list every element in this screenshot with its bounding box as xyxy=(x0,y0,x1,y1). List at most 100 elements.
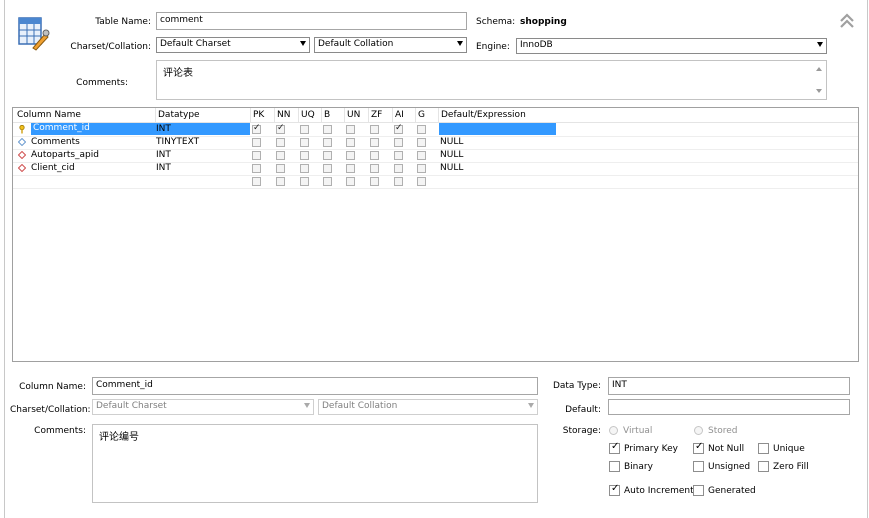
header-zf[interactable]: ZF xyxy=(371,110,382,120)
column-name-cell[interactable]: Comments xyxy=(31,137,80,147)
flag-checkbox-b[interactable] xyxy=(323,177,332,186)
generated-checkbox[interactable] xyxy=(693,485,704,496)
header-pk[interactable]: PK xyxy=(253,110,264,120)
header-un[interactable]: UN xyxy=(347,110,360,120)
header-b[interactable]: B xyxy=(324,110,330,120)
flag-checkbox-nn[interactable] xyxy=(276,164,285,173)
flag-checkbox-un[interactable] xyxy=(346,151,355,160)
flag-checkbox-g[interactable] xyxy=(417,164,426,173)
auto-increment-checkbox[interactable] xyxy=(609,483,620,496)
unique-checkbox[interactable] xyxy=(758,443,769,454)
flag-checkbox-zf[interactable] xyxy=(370,177,379,186)
table-comments-textarea[interactable]: 评论表 xyxy=(156,60,827,100)
flag-checkbox-pk[interactable] xyxy=(252,123,261,134)
flag-checkbox-pk[interactable] xyxy=(252,164,261,173)
flag-checkbox-zf[interactable] xyxy=(370,138,379,147)
header-ai[interactable]: AI xyxy=(395,110,404,120)
header-g[interactable]: G xyxy=(418,110,425,120)
flag-checkbox-un[interactable] xyxy=(346,138,355,147)
flag-checkbox-un[interactable] xyxy=(346,177,355,186)
flag-checkbox-uq[interactable] xyxy=(300,177,309,186)
chevron-down-icon xyxy=(528,403,534,408)
scroll-down-arrow-icon[interactable] xyxy=(816,89,822,93)
default-cell[interactable] xyxy=(439,123,556,135)
header-uq[interactable]: UQ xyxy=(301,110,315,120)
flag-checkbox-g[interactable] xyxy=(417,125,426,134)
default-input[interactable] xyxy=(608,399,850,415)
default-cell[interactable]: NULL xyxy=(440,150,463,160)
flag-checkbox-ai[interactable] xyxy=(394,138,403,147)
flag-checkbox-b[interactable] xyxy=(323,138,332,147)
header-datatype[interactable]: Datatype xyxy=(158,110,200,120)
flag-checkbox-nn[interactable] xyxy=(276,123,285,134)
virtual-radio[interactable] xyxy=(609,426,618,435)
datatype-cell[interactable]: TINYTEXT xyxy=(156,137,199,147)
column-name-cell[interactable]: Client_cid xyxy=(31,163,75,173)
flag-checkbox-g[interactable] xyxy=(417,138,426,147)
flag-checkbox-un[interactable] xyxy=(346,125,355,134)
stored-radio[interactable] xyxy=(694,426,703,435)
not-null-checkbox[interactable] xyxy=(693,441,704,454)
flag-checkbox-pk[interactable] xyxy=(252,151,261,160)
flag-checkbox-zf[interactable] xyxy=(370,125,379,134)
flag-checkbox-uq[interactable] xyxy=(300,151,309,160)
column-charset-select: Default Charset xyxy=(92,399,314,415)
flag-checkbox-ai[interactable] xyxy=(394,164,403,173)
flag-checkbox-g[interactable] xyxy=(417,177,426,186)
scroll-up-arrow-icon[interactable] xyxy=(816,67,822,71)
flag-checkbox-un[interactable] xyxy=(346,164,355,173)
header-column-name[interactable]: Column Name xyxy=(17,110,81,120)
flag-checkbox-nn[interactable] xyxy=(276,138,285,147)
column-name-cell[interactable]: Autoparts_apid xyxy=(31,150,99,160)
flag-checkbox-b[interactable] xyxy=(323,164,332,173)
column-comments-textarea[interactable]: 评论编号 xyxy=(92,424,538,503)
flag-checkbox-nn[interactable] xyxy=(276,177,285,186)
table-comments-value: 评论表 xyxy=(163,68,193,79)
default-cell[interactable]: NULL xyxy=(440,137,463,147)
flag-checkbox-pk[interactable] xyxy=(252,138,261,147)
table-row[interactable]: Client_cid INT NULL xyxy=(13,162,858,176)
header-separator xyxy=(438,108,439,122)
flag-checkbox-b[interactable] xyxy=(323,125,332,134)
flag-checkbox-ai[interactable] xyxy=(394,151,403,160)
table-row[interactable]: Comment_id INT xyxy=(13,123,858,137)
column-name-cell[interactable]: Comment_id xyxy=(31,123,250,135)
flag-checkbox-uq[interactable] xyxy=(300,125,309,134)
collapse-chevron-icon[interactable] xyxy=(838,12,856,30)
datatype-cell[interactable]: INT xyxy=(156,163,171,173)
binary-checkbox[interactable] xyxy=(609,461,620,472)
header-separator xyxy=(155,108,156,122)
unsigned-label: Unsigned xyxy=(708,462,751,472)
table-editor-icon xyxy=(17,14,51,52)
flag-checkbox-g[interactable] xyxy=(417,151,426,160)
datatype-cell[interactable]: INT xyxy=(156,124,171,134)
charset-select[interactable]: Default Charset xyxy=(156,37,310,53)
columns-grid[interactable]: Column Name Datatype PK NN UQ B UN ZF AI G Default… xyxy=(12,107,859,362)
textarea-scrollbar[interactable] xyxy=(812,61,826,99)
primary-key-checkbox[interactable] xyxy=(609,441,620,454)
flag-checkbox-nn[interactable] xyxy=(276,151,285,160)
data-type-input[interactable]: INT xyxy=(608,377,850,395)
default-cell[interactable]: NULL xyxy=(440,163,463,173)
flag-checkbox-pk[interactable] xyxy=(252,177,261,186)
table-row[interactable]: Comments TINYTEXT NULL xyxy=(13,136,858,150)
flag-checkbox-b[interactable] xyxy=(323,151,332,160)
new-column-row[interactable] xyxy=(13,175,858,189)
flag-checkbox-uq[interactable] xyxy=(300,138,309,147)
flag-checkbox-zf[interactable] xyxy=(370,151,379,160)
table-name-input[interactable]: comment xyxy=(156,12,467,30)
flag-checkbox-ai[interactable] xyxy=(394,177,403,186)
collation-select[interactable]: Default Collation xyxy=(314,37,467,53)
unsigned-checkbox[interactable] xyxy=(693,461,704,472)
chevron-down-icon xyxy=(300,41,306,46)
flag-checkbox-zf[interactable] xyxy=(370,164,379,173)
engine-select[interactable]: InnoDB xyxy=(516,38,827,54)
table-row[interactable]: Autoparts_apid INT NULL xyxy=(13,149,858,163)
zero-fill-checkbox[interactable] xyxy=(758,461,769,472)
flag-checkbox-ai[interactable] xyxy=(394,123,403,134)
column-name-input[interactable]: Comment_id xyxy=(92,377,538,395)
header-nn[interactable]: NN xyxy=(277,110,290,120)
flag-checkbox-uq[interactable] xyxy=(300,164,309,173)
header-default-expression[interactable]: Default/Expression xyxy=(441,110,526,120)
datatype-cell[interactable]: INT xyxy=(156,150,171,160)
